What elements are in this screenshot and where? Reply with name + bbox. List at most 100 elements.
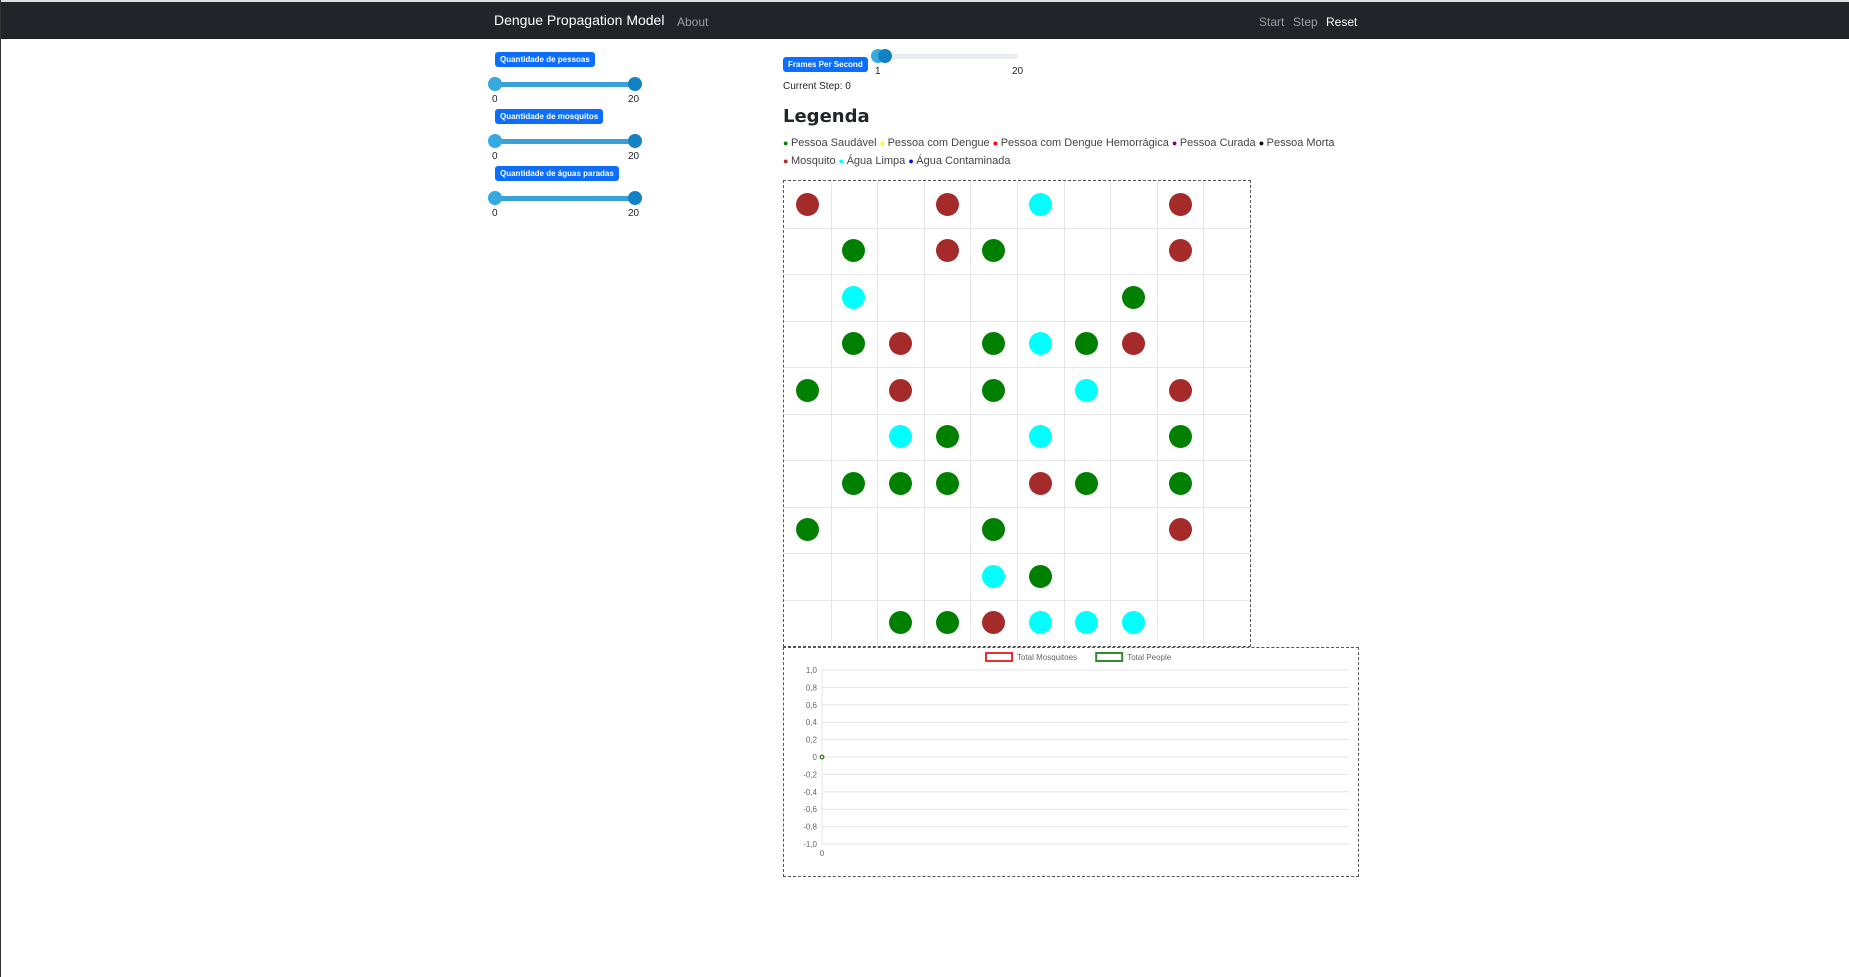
mosquito-agent: [1028, 471, 1052, 495]
clean-water-agent: [842, 285, 866, 309]
slider-max-handle[interactable]: [628, 191, 642, 205]
chart-legend-label: Total Mosquitoes: [1017, 653, 1077, 662]
mosquito-agent: [889, 378, 912, 402]
fps-max-tick: 20: [1012, 66, 1024, 77]
chart-y-tick-label: -0,8: [803, 823, 817, 832]
mosquito-agent: [1168, 378, 1192, 402]
healthy-person-agent: [982, 378, 1006, 402]
slider-max-handle[interactable]: [628, 134, 642, 148]
mosquito-agent: [1168, 518, 1192, 542]
water-label: Quantidade de águas paradas: [495, 166, 619, 181]
legend-label: Pessoa Curada: [1179, 137, 1256, 149]
slider-fill: [495, 82, 635, 87]
chart-y-tick-label: 0: [813, 753, 818, 762]
water-range-slider[interactable]: [488, 190, 642, 206]
grid-line: [784, 413, 1250, 415]
chart-y-tick-label: 1,0: [806, 666, 818, 675]
chart-x-tick-label: 0: [820, 849, 825, 858]
clean-water-agent: [1028, 425, 1052, 449]
legend-label: Mosquito: [790, 155, 836, 167]
healthy-person-agent: [982, 239, 1006, 263]
water-min-tick: 0: [492, 208, 498, 219]
healthy-person-agent: [889, 471, 912, 495]
clean-water-agent: [889, 425, 912, 449]
legend-item: ● Água Contaminada: [908, 155, 1010, 167]
healthy-person-agent: [842, 332, 866, 356]
clean-water-agent: [1122, 611, 1145, 635]
legend-dot-icon: ●: [1171, 138, 1180, 148]
chart-legend-swatch: [1095, 652, 1124, 662]
slider-min-handle[interactable]: [488, 191, 502, 205]
legend-item: ● Pessoa Morta: [1259, 137, 1335, 149]
current-step: Current Step: 0: [783, 81, 851, 92]
healthy-person-agent: [842, 471, 866, 495]
legend-item: ● Mosquito: [783, 155, 836, 167]
slider-min-handle[interactable]: [488, 134, 502, 148]
chart-y-tick-label: -0,2: [803, 770, 817, 779]
navbar: Dengue Propagation Model About Start Ste…: [1, 0, 1849, 39]
legend-dot-icon: ●: [992, 138, 1001, 148]
chart-y-tick-label: 0,6: [806, 701, 818, 710]
mosquito-agent: [1168, 239, 1192, 263]
chart-y-tick-label: -0,6: [803, 805, 817, 814]
clean-water-agent: [1028, 332, 1052, 356]
mosquitos-label: Quantidade de mosquitos: [495, 109, 604, 124]
grid-line: [784, 599, 1250, 601]
nav-about-link[interactable]: About: [677, 15, 708, 29]
legend: ● Pessoa Saudável ● Pessoa com Dengue ● …: [783, 134, 1343, 170]
mosquitos-max-tick: 20: [628, 151, 640, 162]
chart-y-tick-label: 0,2: [806, 736, 818, 745]
slider-max-handle[interactable]: [878, 49, 893, 63]
legend-item: ● Pessoa com Dengue: [880, 137, 990, 149]
healthy-person-agent: [982, 332, 1006, 356]
healthy-person-agent: [935, 471, 959, 495]
fps-range-slider[interactable]: [871, 48, 1018, 64]
slider-track: [878, 54, 1018, 59]
healthy-person-agent: [842, 239, 866, 263]
legend-dot-icon: ●: [783, 156, 791, 166]
people-label: Quantidade de pessoas: [495, 52, 595, 67]
legend-item: ● Pessoa Curada: [1172, 137, 1256, 149]
slider-fill: [495, 196, 635, 201]
grid-line: [784, 506, 1250, 508]
fps-min-tick: 1: [875, 66, 881, 77]
grid-line: [784, 320, 1250, 322]
grid-line: [784, 227, 1250, 229]
mosquito-agent: [795, 192, 819, 216]
reset-button[interactable]: Reset: [1326, 15, 1357, 29]
legend-label: Pessoa com Dengue: [887, 137, 990, 149]
clean-water-agent: [1075, 611, 1099, 635]
chart-legend-swatch: [985, 652, 1013, 662]
legend-item: ● Água Limpa: [839, 155, 906, 167]
slider-max-handle[interactable]: [628, 77, 642, 91]
healthy-person-agent: [889, 611, 912, 635]
healthy-person-agent: [935, 611, 959, 635]
mosquito-agent: [1122, 332, 1145, 356]
start-button[interactable]: Start: [1259, 15, 1284, 29]
legend-label: Pessoa com Dengue Hemorrágica: [1000, 137, 1169, 149]
clean-water-agent: [1028, 192, 1052, 216]
legend-dot-icon: ●: [1258, 138, 1267, 148]
grid-line: [784, 274, 1250, 275]
step-button[interactable]: Step: [1293, 15, 1318, 29]
legend-dot-icon: ●: [838, 156, 847, 166]
grid-line: [784, 553, 1250, 554]
brand-title[interactable]: Dengue Propagation Model: [494, 12, 664, 28]
healthy-person-agent: [1168, 425, 1192, 449]
mosquitos-range-slider[interactable]: [488, 133, 642, 149]
mosquitos-min-tick: 0: [492, 151, 498, 162]
healthy-person-agent: [982, 518, 1006, 542]
healthy-person-agent: [1028, 564, 1052, 588]
healthy-person-agent: [1122, 285, 1145, 309]
legend-dot-icon: ●: [879, 138, 888, 148]
healthy-person-agent: [1168, 471, 1192, 495]
clean-water-agent: [1075, 378, 1099, 402]
legend-label: Pessoa Morta: [1266, 137, 1335, 149]
chart-y-tick-label: 0,4: [806, 718, 818, 727]
simulation-grid[interactable]: [783, 180, 1251, 647]
fps-label: Frames Per Second: [783, 57, 868, 72]
people-range-slider[interactable]: [488, 76, 642, 92]
legend-item: ● Pessoa Saudável: [783, 137, 877, 149]
slider-min-handle[interactable]: [488, 77, 502, 91]
clean-water-agent: [1028, 611, 1052, 635]
